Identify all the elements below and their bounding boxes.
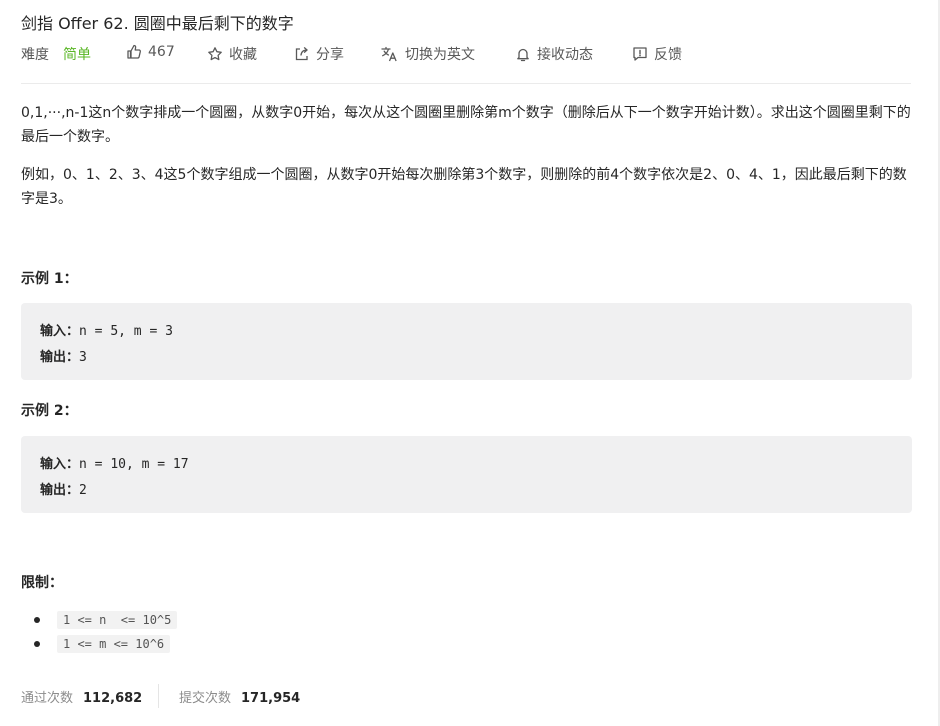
feedback-button[interactable]: 反馈 xyxy=(632,44,682,64)
problem-title: 剑指 Offer 62. 圆圈中最后剩下的数字 xyxy=(21,14,294,33)
example-2-output-value: 2 xyxy=(79,483,87,498)
share-icon xyxy=(295,47,308,61)
difficulty-label: 难度 xyxy=(21,47,49,63)
switch-language-button[interactable]: 切换为英文 xyxy=(381,44,475,64)
share-button[interactable]: 分享 xyxy=(294,44,344,64)
share-label: 分享 xyxy=(316,47,344,63)
output-label: 输出： xyxy=(40,483,80,498)
example-1-input-value: n = 5, m = 3 xyxy=(79,324,173,339)
example-1-output-value: 3 xyxy=(79,350,87,365)
example-2-input-line: 输入：n = 10, m = 17 xyxy=(40,453,189,472)
constraints-heading: 限制： xyxy=(21,575,63,591)
bullet-icon xyxy=(34,641,40,647)
translate-icon xyxy=(381,46,397,62)
header-divider xyxy=(21,83,911,84)
subscribe-button[interactable]: 接收动态 xyxy=(515,44,593,64)
example-1-output-line: 输出：3 xyxy=(40,346,87,365)
feedback-icon xyxy=(633,47,647,61)
constraint-code: 1 <= m <= 10^6 xyxy=(57,635,171,653)
example-2-code-block: 输入：n = 10, m = 17 输出：2 xyxy=(21,436,912,513)
submitted-label: 提交次数 xyxy=(179,691,232,706)
subscribe-label: 接收动态 xyxy=(537,47,593,63)
bullet-icon xyxy=(34,617,40,623)
input-label: 输入： xyxy=(40,457,80,472)
constraint-item: 1 <= m <= 10^6 xyxy=(21,633,171,655)
favorite-button[interactable]: 收藏 xyxy=(207,44,257,64)
accepted-value: 112,682 xyxy=(83,691,143,706)
submitted-value: 171,954 xyxy=(241,691,301,706)
example-2-input-value: n = 10, m = 17 xyxy=(79,457,189,472)
output-label: 输出： xyxy=(40,350,80,365)
like-count: 467 xyxy=(148,44,175,60)
like-button[interactable]: 467 xyxy=(126,44,175,60)
difficulty-value: 简单 xyxy=(63,47,91,63)
favorite-label: 收藏 xyxy=(229,47,257,63)
example-1-input-line: 输入：n = 5, m = 3 xyxy=(40,320,173,339)
star-icon xyxy=(208,47,222,61)
constraint-item: 1 <= n <= 10^5 xyxy=(21,609,178,631)
accepted-label: 通过次数 xyxy=(21,691,74,706)
input-label: 输入： xyxy=(40,324,80,339)
example-1-heading: 示例 1： xyxy=(21,271,78,287)
feedback-label: 反馈 xyxy=(654,47,682,63)
constraint-code: 1 <= n <= 10^5 xyxy=(57,611,178,629)
accepted-stat: 通过次数 112,682 xyxy=(21,687,142,706)
example-2-output-line: 输出：2 xyxy=(40,479,87,498)
difficulty: 难度 简单 xyxy=(21,44,91,64)
example-2-heading: 示例 2： xyxy=(21,403,78,419)
description-paragraph-2: 例如，0、1、2、3、4这5个数字组成一个圆圈，从数字0开始每次删除第3个数字，… xyxy=(21,167,907,207)
description-paragraph-1: 0,1,···,n-1这n个数字排成一个圆圈，从数字0开始，每次从这个圆圈里删除… xyxy=(21,105,911,145)
thumbs-up-icon xyxy=(127,44,141,59)
submitted-stat: 提交次数 171,954 xyxy=(179,687,300,706)
bell-icon xyxy=(517,48,529,62)
stats-divider xyxy=(158,684,159,708)
switch-language-label: 切换为英文 xyxy=(405,47,475,63)
example-1-code-block: 输入：n = 5, m = 3 输出：3 xyxy=(21,303,912,380)
